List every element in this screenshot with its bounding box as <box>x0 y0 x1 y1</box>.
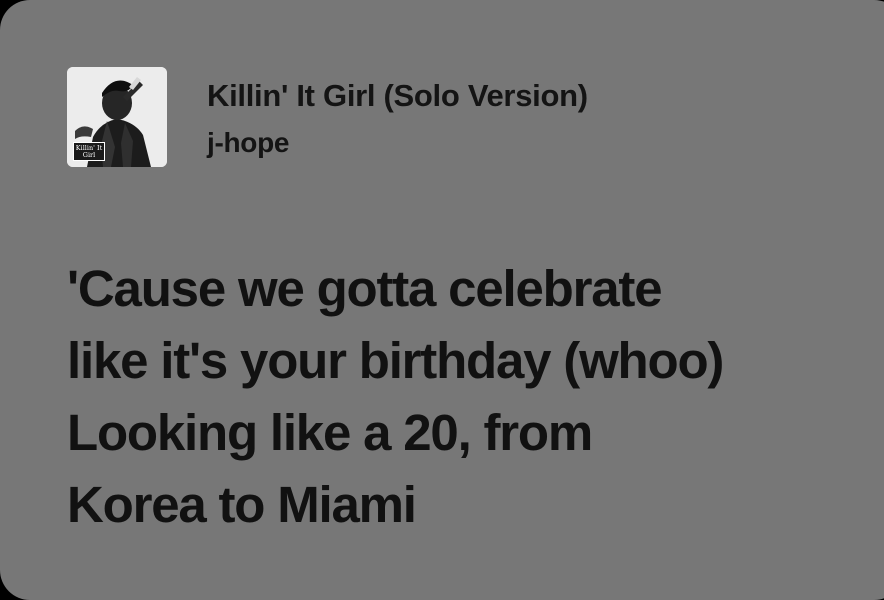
track-artist: j-hope <box>207 127 290 158</box>
lyric-line: like it's your birthday (whoo) <box>67 332 724 389</box>
lyrics-block: 'Cause we gotta celebrate like it's your… <box>67 253 867 541</box>
lyric-line: Looking like a 20, from <box>67 404 593 461</box>
album-art-title-badge: Killin' It Girl <box>73 142 105 161</box>
album-art[interactable]: Killin' It Girl <box>67 67 167 167</box>
lyrics-share-card: Killin' It Girl Killin' It Girl (Solo Ve… <box>0 0 884 600</box>
lyric-line: Korea to Miami <box>67 476 417 533</box>
track-title: Killin' It Girl (Solo Version) <box>207 78 588 113</box>
lyric-line: 'Cause we gotta celebrate <box>67 260 663 317</box>
